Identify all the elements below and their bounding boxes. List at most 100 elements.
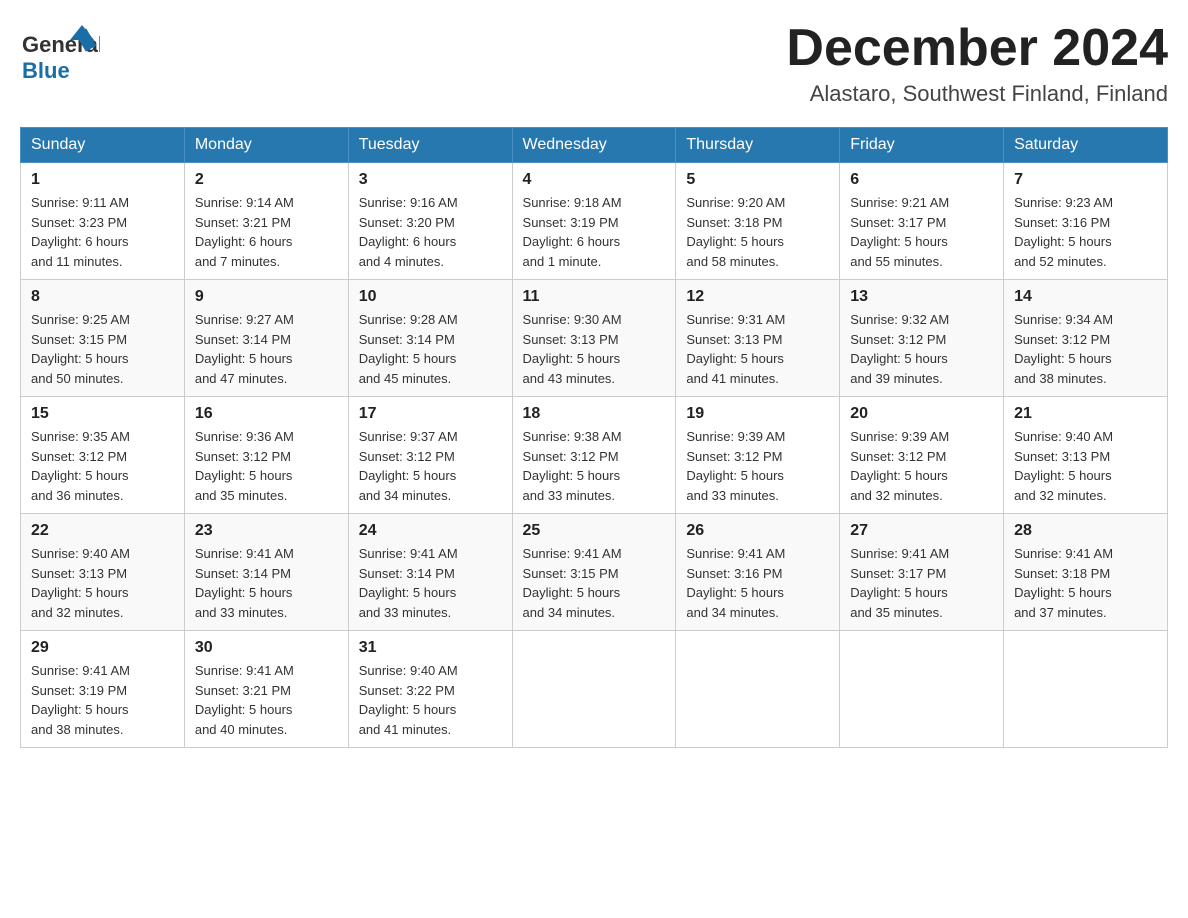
day-number: 31 [359, 639, 502, 657]
header-tuesday: Tuesday [348, 128, 512, 163]
day-info: Sunrise: 9:31 AMSunset: 3:13 PMDaylight:… [686, 310, 829, 388]
day-info: Sunrise: 9:11 AMSunset: 3:23 PMDaylight:… [31, 193, 174, 271]
calendar-cell [1004, 631, 1168, 748]
calendar-cell: 19Sunrise: 9:39 AMSunset: 3:12 PMDayligh… [676, 397, 840, 514]
day-info: Sunrise: 9:38 AMSunset: 3:12 PMDaylight:… [523, 427, 666, 505]
calendar-cell: 7 Sunrise: 9:23 AMSunset: 3:16 PMDaylight… [1004, 163, 1168, 280]
day-info: Sunrise: 9:41 AMSunset: 3:21 PMDaylight:… [195, 661, 338, 739]
logo-icon: General Blue [20, 20, 100, 90]
day-info: Sunrise: 9:25 AMSunset: 3:15 PMDaylight:… [31, 310, 174, 388]
day-info: Sunrise: 9:39 AMSunset: 3:12 PMDaylight:… [850, 427, 993, 505]
logo: General Blue [20, 20, 100, 95]
calendar-week-row: 8 Sunrise: 9:25 AMSunset: 3:15 PMDaylight… [21, 280, 1168, 397]
day-info: Sunrise: 9:36 AMSunset: 3:12 PMDaylight:… [195, 427, 338, 505]
header-monday: Monday [184, 128, 348, 163]
day-info: Sunrise: 9:35 AMSunset: 3:12 PMDaylight:… [31, 427, 174, 505]
day-info: Sunrise: 9:37 AMSunset: 3:12 PMDaylight:… [359, 427, 502, 505]
day-number: 24 [359, 522, 502, 540]
day-number: 9 [195, 288, 338, 306]
day-info: Sunrise: 9:30 AMSunset: 3:13 PMDaylight:… [523, 310, 666, 388]
calendar-cell: 22 Sunrise: 9:40 AMSunset: 3:13 PMDayligh… [21, 514, 185, 631]
day-info: Sunrise: 9:23 AMSunset: 3:16 PMDaylight:… [1014, 193, 1157, 271]
day-info: Sunrise: 9:21 AMSunset: 3:17 PMDaylight:… [850, 193, 993, 271]
day-number: 27 [850, 522, 993, 540]
calendar-cell: 12 Sunrise: 9:31 AMSunset: 3:13 PMDayligh… [676, 280, 840, 397]
calendar-cell: 3 Sunrise: 9:16 AMSunset: 3:20 PMDaylight… [348, 163, 512, 280]
calendar-cell [840, 631, 1004, 748]
day-number: 3 [359, 171, 502, 189]
day-info: Sunrise: 9:41 AMSunset: 3:14 PMDaylight:… [359, 544, 502, 622]
day-info: Sunrise: 9:41 AMSunset: 3:19 PMDaylight:… [31, 661, 174, 739]
calendar-week-row: 1 Sunrise: 9:11 AMSunset: 3:23 PMDaylight… [21, 163, 1168, 280]
day-info: Sunrise: 9:16 AMSunset: 3:20 PMDaylight:… [359, 193, 502, 271]
day-number: 1 [31, 171, 174, 189]
header-wednesday: Wednesday [512, 128, 676, 163]
calendar-header-row: Sunday Monday Tuesday Wednesday Thursday… [21, 128, 1168, 163]
day-number: 8 [31, 288, 174, 306]
day-info: Sunrise: 9:40 AMSunset: 3:13 PMDaylight:… [1014, 427, 1157, 505]
calendar-cell: 13Sunrise: 9:32 AMSunset: 3:12 PMDayligh… [840, 280, 1004, 397]
day-number: 30 [195, 639, 338, 657]
day-info: Sunrise: 9:41 AMSunset: 3:17 PMDaylight:… [850, 544, 993, 622]
calendar-cell: 21 Sunrise: 9:40 AMSunset: 3:13 PMDayligh… [1004, 397, 1168, 514]
day-number: 2 [195, 171, 338, 189]
day-number: 12 [686, 288, 829, 306]
header-friday: Friday [840, 128, 1004, 163]
calendar-cell: 18Sunrise: 9:38 AMSunset: 3:12 PMDayligh… [512, 397, 676, 514]
calendar-cell: 20 Sunrise: 9:39 AMSunset: 3:12 PMDayligh… [840, 397, 1004, 514]
day-number: 20 [850, 405, 993, 423]
day-info: Sunrise: 9:40 AMSunset: 3:13 PMDaylight:… [31, 544, 174, 622]
day-number: 29 [31, 639, 174, 657]
calendar-cell: 15 Sunrise: 9:35 AMSunset: 3:12 PMDayligh… [21, 397, 185, 514]
day-number: 16 [195, 405, 338, 423]
month-title: December 2024 [786, 20, 1168, 77]
day-number: 15 [31, 405, 174, 423]
calendar-cell: 27 Sunrise: 9:41 AMSunset: 3:17 PMDayligh… [840, 514, 1004, 631]
day-info: Sunrise: 9:34 AMSunset: 3:12 PMDaylight:… [1014, 310, 1157, 388]
calendar-week-row: 15 Sunrise: 9:35 AMSunset: 3:12 PMDayligh… [21, 397, 1168, 514]
calendar-cell: 26Sunrise: 9:41 AMSunset: 3:16 PMDayligh… [676, 514, 840, 631]
day-info: Sunrise: 9:39 AMSunset: 3:12 PMDaylight:… [686, 427, 829, 505]
calendar-cell: 9Sunrise: 9:27 AMSunset: 3:14 PMDaylight… [184, 280, 348, 397]
calendar-cell: 10 Sunrise: 9:28 AMSunset: 3:14 PMDayligh… [348, 280, 512, 397]
location-subtitle: Alastaro, Southwest Finland, Finland [786, 81, 1168, 107]
header-sunday: Sunday [21, 128, 185, 163]
day-number: 17 [359, 405, 502, 423]
header-thursday: Thursday [676, 128, 840, 163]
day-number: 11 [523, 288, 666, 306]
calendar-table: Sunday Monday Tuesday Wednesday Thursday… [20, 127, 1168, 748]
day-number: 5 [686, 171, 829, 189]
day-info: Sunrise: 9:40 AMSunset: 3:22 PMDaylight:… [359, 661, 502, 739]
day-number: 21 [1014, 405, 1157, 423]
day-info: Sunrise: 9:18 AMSunset: 3:19 PMDaylight:… [523, 193, 666, 271]
day-number: 26 [686, 522, 829, 540]
calendar-cell: 31 Sunrise: 9:40 AMSunset: 3:22 PMDayligh… [348, 631, 512, 748]
day-info: Sunrise: 9:20 AMSunset: 3:18 PMDaylight:… [686, 193, 829, 271]
day-number: 10 [359, 288, 502, 306]
svg-text:Blue: Blue [22, 58, 70, 83]
header-saturday: Saturday [1004, 128, 1168, 163]
calendar-cell [512, 631, 676, 748]
calendar-cell: 2Sunrise: 9:14 AMSunset: 3:21 PMDaylight… [184, 163, 348, 280]
calendar-cell [676, 631, 840, 748]
calendar-cell: 5 Sunrise: 9:20 AMSunset: 3:18 PMDaylight… [676, 163, 840, 280]
calendar-cell: 11 Sunrise: 9:30 AMSunset: 3:13 PMDayligh… [512, 280, 676, 397]
day-number: 7 [1014, 171, 1157, 189]
calendar-cell: 25Sunrise: 9:41 AMSunset: 3:15 PMDayligh… [512, 514, 676, 631]
day-info: Sunrise: 9:28 AMSunset: 3:14 PMDaylight:… [359, 310, 502, 388]
day-number: 4 [523, 171, 666, 189]
calendar-cell: 23 Sunrise: 9:41 AMSunset: 3:14 PMDayligh… [184, 514, 348, 631]
calendar-cell: 8 Sunrise: 9:25 AMSunset: 3:15 PMDaylight… [21, 280, 185, 397]
day-number: 22 [31, 522, 174, 540]
page-header: General Blue December 2024 Alastaro, Sou… [20, 20, 1168, 107]
day-info: Sunrise: 9:41 AMSunset: 3:14 PMDaylight:… [195, 544, 338, 622]
day-info: Sunrise: 9:41 AMSunset: 3:15 PMDaylight:… [523, 544, 666, 622]
calendar-cell: 30 Sunrise: 9:41 AMSunset: 3:21 PMDayligh… [184, 631, 348, 748]
calendar-cell: 17 Sunrise: 9:37 AMSunset: 3:12 PMDayligh… [348, 397, 512, 514]
day-number: 28 [1014, 522, 1157, 540]
calendar-cell: 29 Sunrise: 9:41 AMSunset: 3:19 PMDayligh… [21, 631, 185, 748]
logo-container: General Blue [20, 20, 100, 95]
calendar-week-row: 29 Sunrise: 9:41 AMSunset: 3:19 PMDayligh… [21, 631, 1168, 748]
calendar-cell: 14Sunrise: 9:34 AMSunset: 3:12 PMDayligh… [1004, 280, 1168, 397]
day-number: 23 [195, 522, 338, 540]
